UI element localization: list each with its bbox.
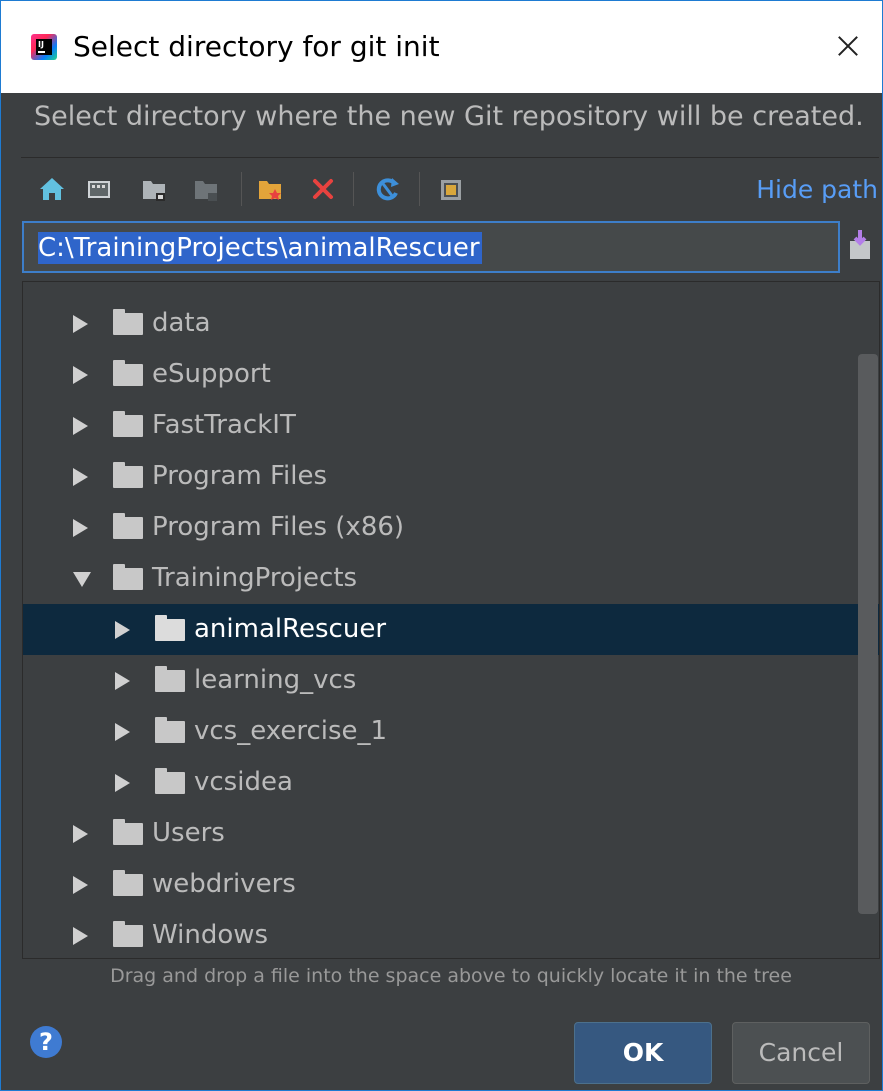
delete-icon[interactable] [307, 172, 339, 206]
tree-item-label: Windows [152, 920, 269, 950]
title-bar: IJ Select directory for git init [1, 1, 882, 93]
help-button[interactable]: ? [30, 1026, 62, 1058]
tree-item[interactable]: vcs_exercise_1 [23, 706, 879, 757]
tree-item-label: FastTrackIT [152, 410, 296, 440]
folder-icon [113, 513, 143, 539]
tree-item-label: vcs_exercise_1 [194, 716, 388, 746]
toolbar-separator [353, 172, 354, 206]
tree-item-label: Program Files [152, 461, 328, 491]
collapse-arrow-icon[interactable] [73, 572, 91, 587]
divider [21, 157, 879, 158]
dialog-window: IJ Select directory for git init Select … [0, 0, 883, 1091]
tree-item-label: Users [152, 818, 225, 848]
path-history-icon[interactable] [846, 227, 874, 263]
tree-item-label: Program Files (x86) [152, 512, 405, 542]
expand-arrow-icon[interactable] [73, 468, 88, 486]
ok-button[interactable]: OK [574, 1022, 712, 1084]
expand-arrow-icon[interactable] [73, 519, 88, 537]
tree-item[interactable]: TrainingProjects [23, 553, 879, 604]
expand-arrow-icon[interactable] [73, 825, 88, 843]
expand-arrow-icon[interactable] [73, 366, 88, 384]
hide-path-link[interactable]: Hide path [756, 173, 878, 207]
tree-item-label: webdrivers [152, 869, 296, 899]
tree-item[interactable]: webdrivers [23, 859, 879, 910]
tree-item[interactable]: Windows [23, 910, 879, 958]
close-icon[interactable] [823, 23, 873, 69]
folder-icon [113, 870, 143, 896]
folder-icon [113, 309, 143, 335]
expand-arrow-icon[interactable] [115, 621, 130, 639]
tree-item-label: TrainingProjects [152, 563, 358, 593]
folder-icon [113, 564, 143, 590]
tree-item-label: data [152, 308, 211, 338]
project-folder-icon[interactable] [139, 172, 171, 206]
show-hidden-icon[interactable] [435, 172, 467, 206]
folder-icon [155, 615, 185, 641]
tree-item[interactable]: FastTrackIT [23, 400, 879, 451]
dialog-title: Select directory for git init [73, 30, 440, 63]
tree-item[interactable]: learning_vcs [23, 655, 879, 706]
path-input-value: C:\TrainingProjects\animalRescuer [38, 232, 482, 264]
path-input[interactable]: C:\TrainingProjects\animalRescuer [22, 221, 840, 273]
expand-arrow-icon[interactable] [115, 723, 130, 741]
tree-item[interactable]: Program Files [23, 451, 879, 502]
tree-item-label: learning_vcs [194, 665, 357, 695]
toolbar-separator [419, 172, 420, 206]
expand-arrow-icon[interactable] [73, 417, 88, 435]
dialog-description: Select directory where the new Git repos… [34, 101, 864, 132]
directory-tree[interactable]: data eSupport FastTrackIT Program Files Prog… [22, 281, 880, 959]
tree-item-label: animalRescuer [194, 614, 387, 644]
tree-item[interactable]: Program Files (x86) [23, 502, 879, 553]
expand-arrow-icon[interactable] [115, 672, 130, 690]
toolbar-separator [241, 172, 242, 206]
folder-icon [155, 666, 185, 692]
toolbar [31, 166, 591, 212]
folder-icon [155, 717, 185, 743]
folder-icon [113, 921, 143, 947]
folder-icon [155, 768, 185, 794]
folder-icon [113, 819, 143, 845]
refresh-icon[interactable] [371, 172, 403, 206]
module-folder-icon[interactable] [191, 172, 223, 206]
tree-item[interactable]: Users [23, 808, 879, 859]
expand-arrow-icon[interactable] [115, 774, 130, 792]
expand-arrow-icon[interactable] [73, 876, 88, 894]
cancel-button[interactable]: Cancel [732, 1022, 870, 1084]
drag-drop-hint: Drag and drop a file into the space abov… [110, 965, 792, 987]
tree-item[interactable]: eSupport [23, 349, 879, 400]
tree-item-label: eSupport [152, 359, 271, 389]
expand-arrow-icon[interactable] [73, 927, 88, 945]
tree-item[interactable]: vcsidea [23, 757, 879, 808]
folder-icon [113, 360, 143, 386]
expand-arrow-icon[interactable] [73, 315, 88, 333]
home-icon[interactable] [36, 172, 68, 206]
folder-icon [113, 462, 143, 488]
folder-icon [113, 411, 143, 437]
tree-item[interactable]: animalRescuer [23, 604, 879, 655]
tree-item-label: vcsidea [194, 767, 293, 797]
new-folder-icon[interactable] [255, 172, 287, 206]
intellij-app-icon: IJ [31, 34, 57, 60]
tree-item[interactable]: data [23, 298, 879, 349]
tree-scrollbar[interactable] [858, 354, 878, 914]
desktop-icon[interactable] [83, 172, 115, 206]
